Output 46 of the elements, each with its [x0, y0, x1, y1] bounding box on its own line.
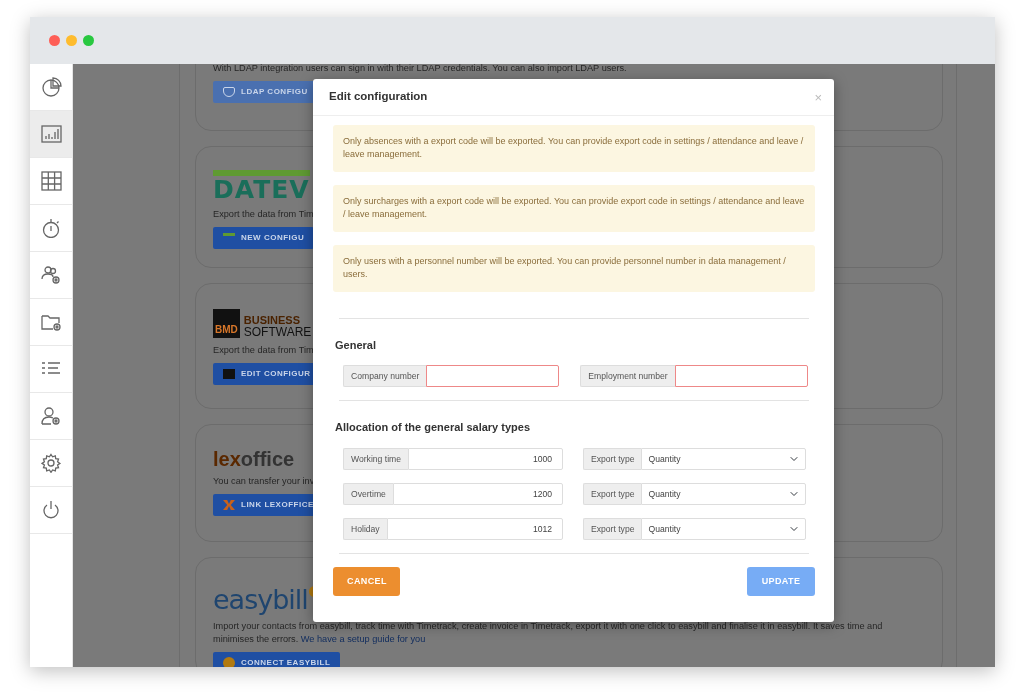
window-control-dot[interactable]: [66, 35, 77, 46]
field-label: Export type: [583, 483, 642, 506]
power-icon: [40, 500, 62, 520]
window-control-dot[interactable]: [49, 35, 60, 46]
settings-icon: [40, 453, 62, 473]
field-label: Holiday: [343, 518, 387, 541]
integration-button[interactable]: NEW CONFIGU: [213, 227, 315, 249]
user-gear-icon: [40, 406, 62, 426]
export-type-select[interactable]: Quantity: [641, 483, 806, 506]
calendar-grid-icon: [40, 171, 62, 191]
dialog-title: Edit configuration: [329, 90, 428, 104]
logo-icon: [223, 500, 235, 510]
number-field[interactable]: 1200: [392, 483, 563, 506]
bar-chart-icon: [40, 124, 62, 144]
bmd-logo: BMD BUSINESS SOFTWARE: [213, 309, 312, 338]
logo-icon: [223, 369, 235, 379]
field-label: Export type: [583, 518, 642, 541]
field-label: Employment number: [580, 365, 675, 388]
window-control-dot[interactable]: [83, 35, 94, 46]
section-title: Allocation of the general salary types: [335, 421, 531, 435]
warning-alert: Only surcharges with a export code will be exported. You can provide export code in settings / attendance and leave / leave management.: [333, 185, 815, 232]
integration-description: Export the data from Tim: [213, 344, 314, 357]
lexoffice-logo: lexoffice: [213, 449, 295, 469]
setup-guide-link[interactable]: We have a setup guide for you: [300, 634, 426, 644]
field-label: Export type: [583, 448, 642, 471]
warning-alert: Only absences with a export code will be exported. You can provide export code in settings / attendance and leave / leave management.: [333, 125, 815, 172]
integration-description: With LDAP integration users can sign in with their LDAP credentials. You can also import LDAP users.: [213, 64, 627, 75]
warning-alert: Only users with a personnel number will be exported. You can provide personnel number in data management / users.: [333, 245, 815, 292]
text-field[interactable]: [674, 365, 808, 388]
number-field[interactable]: 1012: [386, 518, 563, 541]
users-gear-icon: [40, 265, 62, 285]
sidebar-item[interactable]: [30, 111, 72, 158]
field-label: Working time: [343, 448, 408, 471]
folder-gear-icon: [40, 312, 62, 332]
field-label: Company number: [343, 365, 427, 388]
section-title: General: [335, 339, 377, 353]
text-field[interactable]: [426, 365, 560, 388]
export-type-select[interactable]: Quantity: [641, 448, 806, 471]
export-type-select[interactable]: Quantity: [641, 518, 806, 541]
number-field[interactable]: 1000: [408, 448, 563, 471]
pie-chart-icon: [40, 77, 62, 97]
logo-icon: [223, 657, 235, 667]
integration-description: Export the data from Tim: [213, 208, 314, 221]
field-label: Overtime: [343, 483, 393, 506]
integration-button[interactable]: CONNECT EASYBILL: [213, 652, 341, 667]
stopwatch-icon: [40, 218, 62, 238]
